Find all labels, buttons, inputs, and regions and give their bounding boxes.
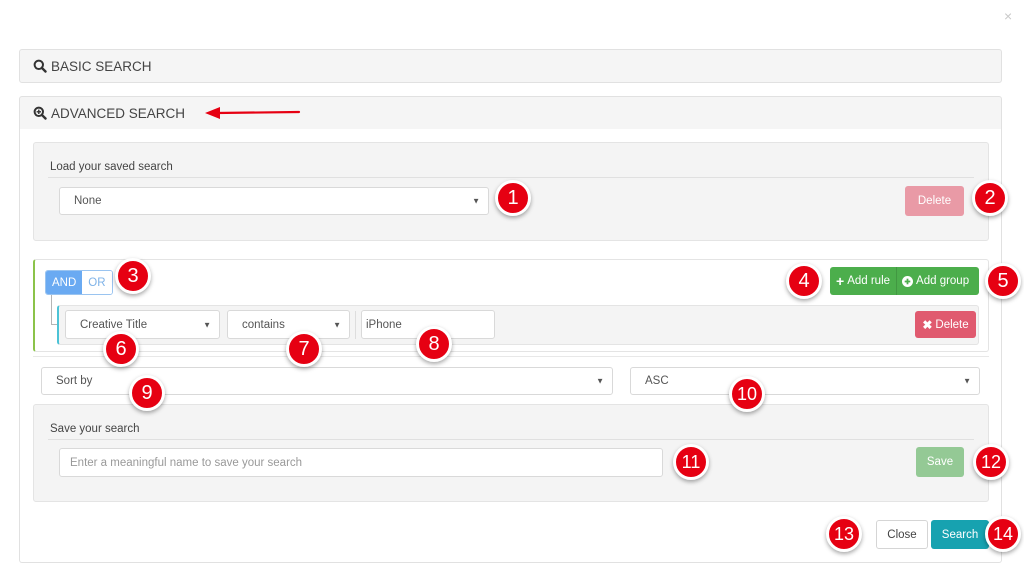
annotation-marker-10: 10 — [729, 376, 765, 412]
add-rule-button[interactable]: + Add rule — [830, 267, 898, 295]
save-search-well: Save your search Enter a meaningful name… — [33, 404, 989, 502]
add-group-button[interactable]: Add group — [897, 267, 969, 295]
save-search-label: Save your search — [50, 423, 140, 435]
add-rule-label: Add rule — [847, 275, 891, 287]
delete-rule-button[interactable]: ✖ Delete — [915, 311, 976, 338]
caret-down-icon: ▼ — [596, 376, 604, 386]
rule-value-text: iPhone — [366, 318, 402, 331]
basic-search-label: BASIC SEARCH — [51, 58, 152, 74]
saved-search-selected: None — [74, 195, 102, 207]
caret-down-icon: ▼ — [203, 320, 211, 329]
advanced-search-label: ADVANCED SEARCH — [51, 105, 186, 121]
sort-by-select[interactable]: Sort by ▼ — [41, 367, 613, 395]
rule-operator-selected: contains — [242, 318, 285, 331]
rule-operator-select[interactable]: contains ▼ — [227, 310, 350, 339]
annotation-marker-11: 11 — [673, 444, 709, 480]
condition-toggle: AND OR — [45, 270, 113, 295]
rule-field-selected: Creative Title — [80, 318, 148, 331]
sort-order-select[interactable]: ASC ▼ — [630, 367, 980, 395]
search-icon — [33, 59, 47, 73]
annotation-marker-14: 14 — [985, 516, 1021, 552]
save-search-name-input[interactable]: Enter a meaningful name to save your sea… — [59, 448, 663, 477]
query-builder-group: AND OR + Add rule Add group Creative Tit… — [33, 259, 989, 352]
zoom-in-icon — [33, 106, 47, 120]
caret-down-icon: ▼ — [472, 196, 480, 206]
saved-search-select[interactable]: None ▼ — [59, 187, 489, 215]
close-label: Close — [887, 528, 917, 541]
caret-down-icon: ▼ — [333, 320, 341, 329]
divider — [48, 177, 974, 178]
close-button[interactable]: Close — [876, 520, 928, 549]
annotation-marker-5: 5 — [985, 263, 1021, 299]
saved-search-label: Load your saved search — [50, 161, 173, 173]
add-buttons-group: + Add rule Add group — [830, 267, 979, 295]
search-button[interactable]: Search — [931, 520, 989, 549]
condition-and-button[interactable]: AND — [46, 271, 83, 294]
divider — [48, 439, 974, 440]
condition-or-button[interactable]: OR — [82, 271, 112, 294]
annotation-marker-13: 13 — [826, 516, 862, 552]
save-search-button[interactable]: Save — [916, 447, 964, 477]
save-search-placeholder: Enter a meaningful name to save your sea… — [70, 456, 303, 469]
annotation-marker-8: 8 — [416, 326, 452, 362]
divider — [33, 356, 989, 357]
advanced-search-header[interactable]: ADVANCED SEARCH — [19, 96, 1002, 130]
annotation-marker-4: 4 — [786, 263, 822, 299]
annotation-marker-1: 1 — [495, 180, 531, 216]
delete-label: Delete — [917, 195, 952, 207]
close-icon: ✖ — [922, 317, 933, 332]
plus-icon: + — [836, 273, 845, 289]
annotation-marker-2: 2 — [972, 180, 1008, 216]
annotation-marker-12: 12 — [973, 444, 1009, 480]
annotation-marker-7: 7 — [286, 331, 322, 367]
basic-search-header[interactable]: BASIC SEARCH — [19, 49, 1002, 83]
annotation-marker-6: 6 — [103, 331, 139, 367]
delete-rule-label: Delete — [935, 318, 969, 331]
sort-order-selected: ASC — [645, 375, 669, 387]
delete-saved-search-button[interactable]: Delete — [905, 186, 964, 216]
plus-circle-icon — [902, 275, 914, 287]
modal-close-button[interactable]: × — [1004, 8, 1012, 24]
caret-down-icon: ▼ — [963, 376, 971, 386]
annotation-marker-9: 9 — [129, 375, 165, 411]
add-group-label: Add group — [916, 275, 970, 287]
divider — [355, 311, 356, 339]
save-label: Save — [926, 456, 954, 468]
annotation-marker-3: 3 — [115, 258, 151, 294]
query-rule: Creative Title ▼ contains ▼ iPhone ✖ Del… — [57, 305, 979, 345]
rule-field-select[interactable]: Creative Title ▼ — [65, 310, 220, 339]
sort-by-selected: Sort by — [56, 375, 93, 387]
search-label: Search — [941, 528, 979, 541]
annotation-arrow-icon — [205, 107, 301, 119]
